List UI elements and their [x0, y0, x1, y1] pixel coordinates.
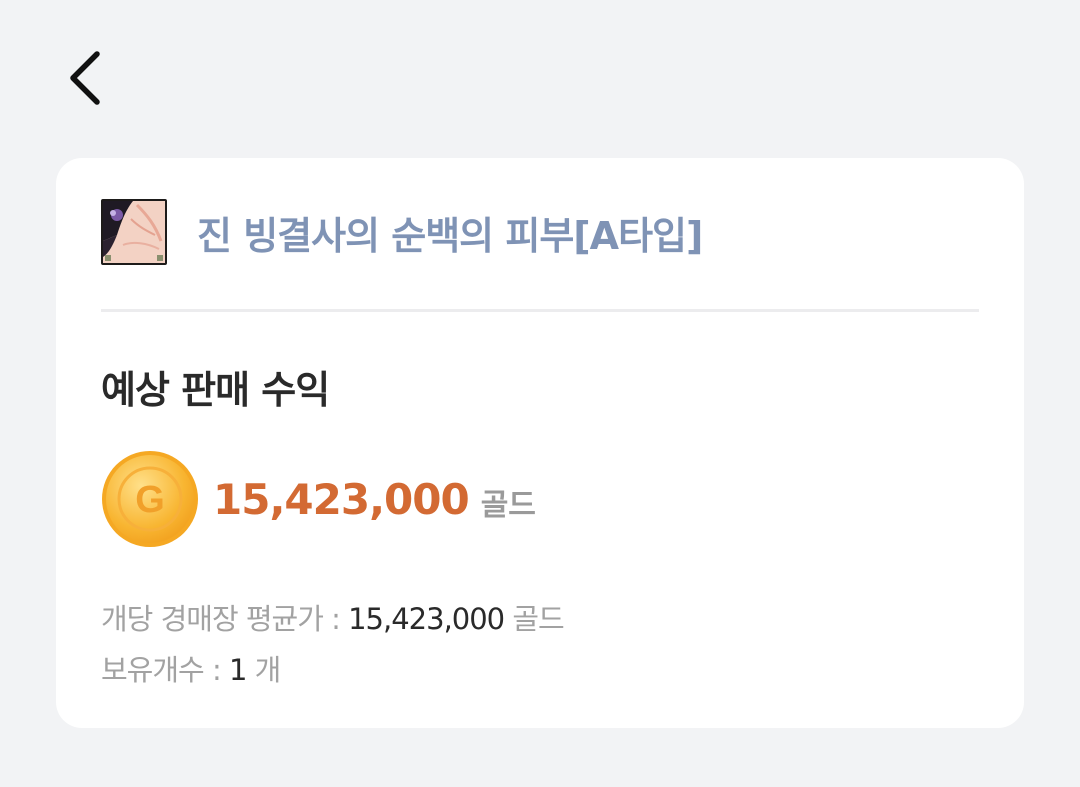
- owned-count-unit: 개: [246, 653, 282, 687]
- average-price-line: 개당 경매장 평균가 : 15,423,000 골드: [101, 596, 565, 638]
- item-header: 진 빙결사의 순백의 피부[A타입]: [101, 199, 703, 265]
- sale-estimate-card: 진 빙결사의 순백의 피부[A타입] 예상 판매 수익 G 15,423,000…: [56, 158, 1024, 728]
- owned-count-label: 보유개수 :: [101, 653, 229, 687]
- item-name: 진 빙결사의 순백의 피부[A타입]: [197, 213, 703, 258]
- section-title: 예상 판매 수익: [101, 368, 330, 412]
- item-thumbnail-icon: [101, 199, 167, 265]
- chevron-left-icon: [70, 51, 100, 105]
- average-price-value: 15,423,000: [348, 602, 505, 636]
- profit-row: G 15,423,000 골드: [101, 450, 536, 548]
- coin-letter: G: [135, 479, 165, 521]
- owned-count-line: 보유개수 : 1 개: [101, 647, 282, 689]
- average-price-unit: 골드: [504, 602, 564, 636]
- divider: [101, 309, 979, 312]
- back-button[interactable]: [60, 46, 110, 110]
- profit-unit: 골드: [480, 488, 536, 523]
- gold-coin-icon: G: [102, 451, 198, 547]
- owned-count-value: 1: [228, 653, 247, 687]
- average-price-label: 개당 경매장 평균가 :: [101, 602, 349, 636]
- profit-value: 15,423,000: [213, 474, 470, 524]
